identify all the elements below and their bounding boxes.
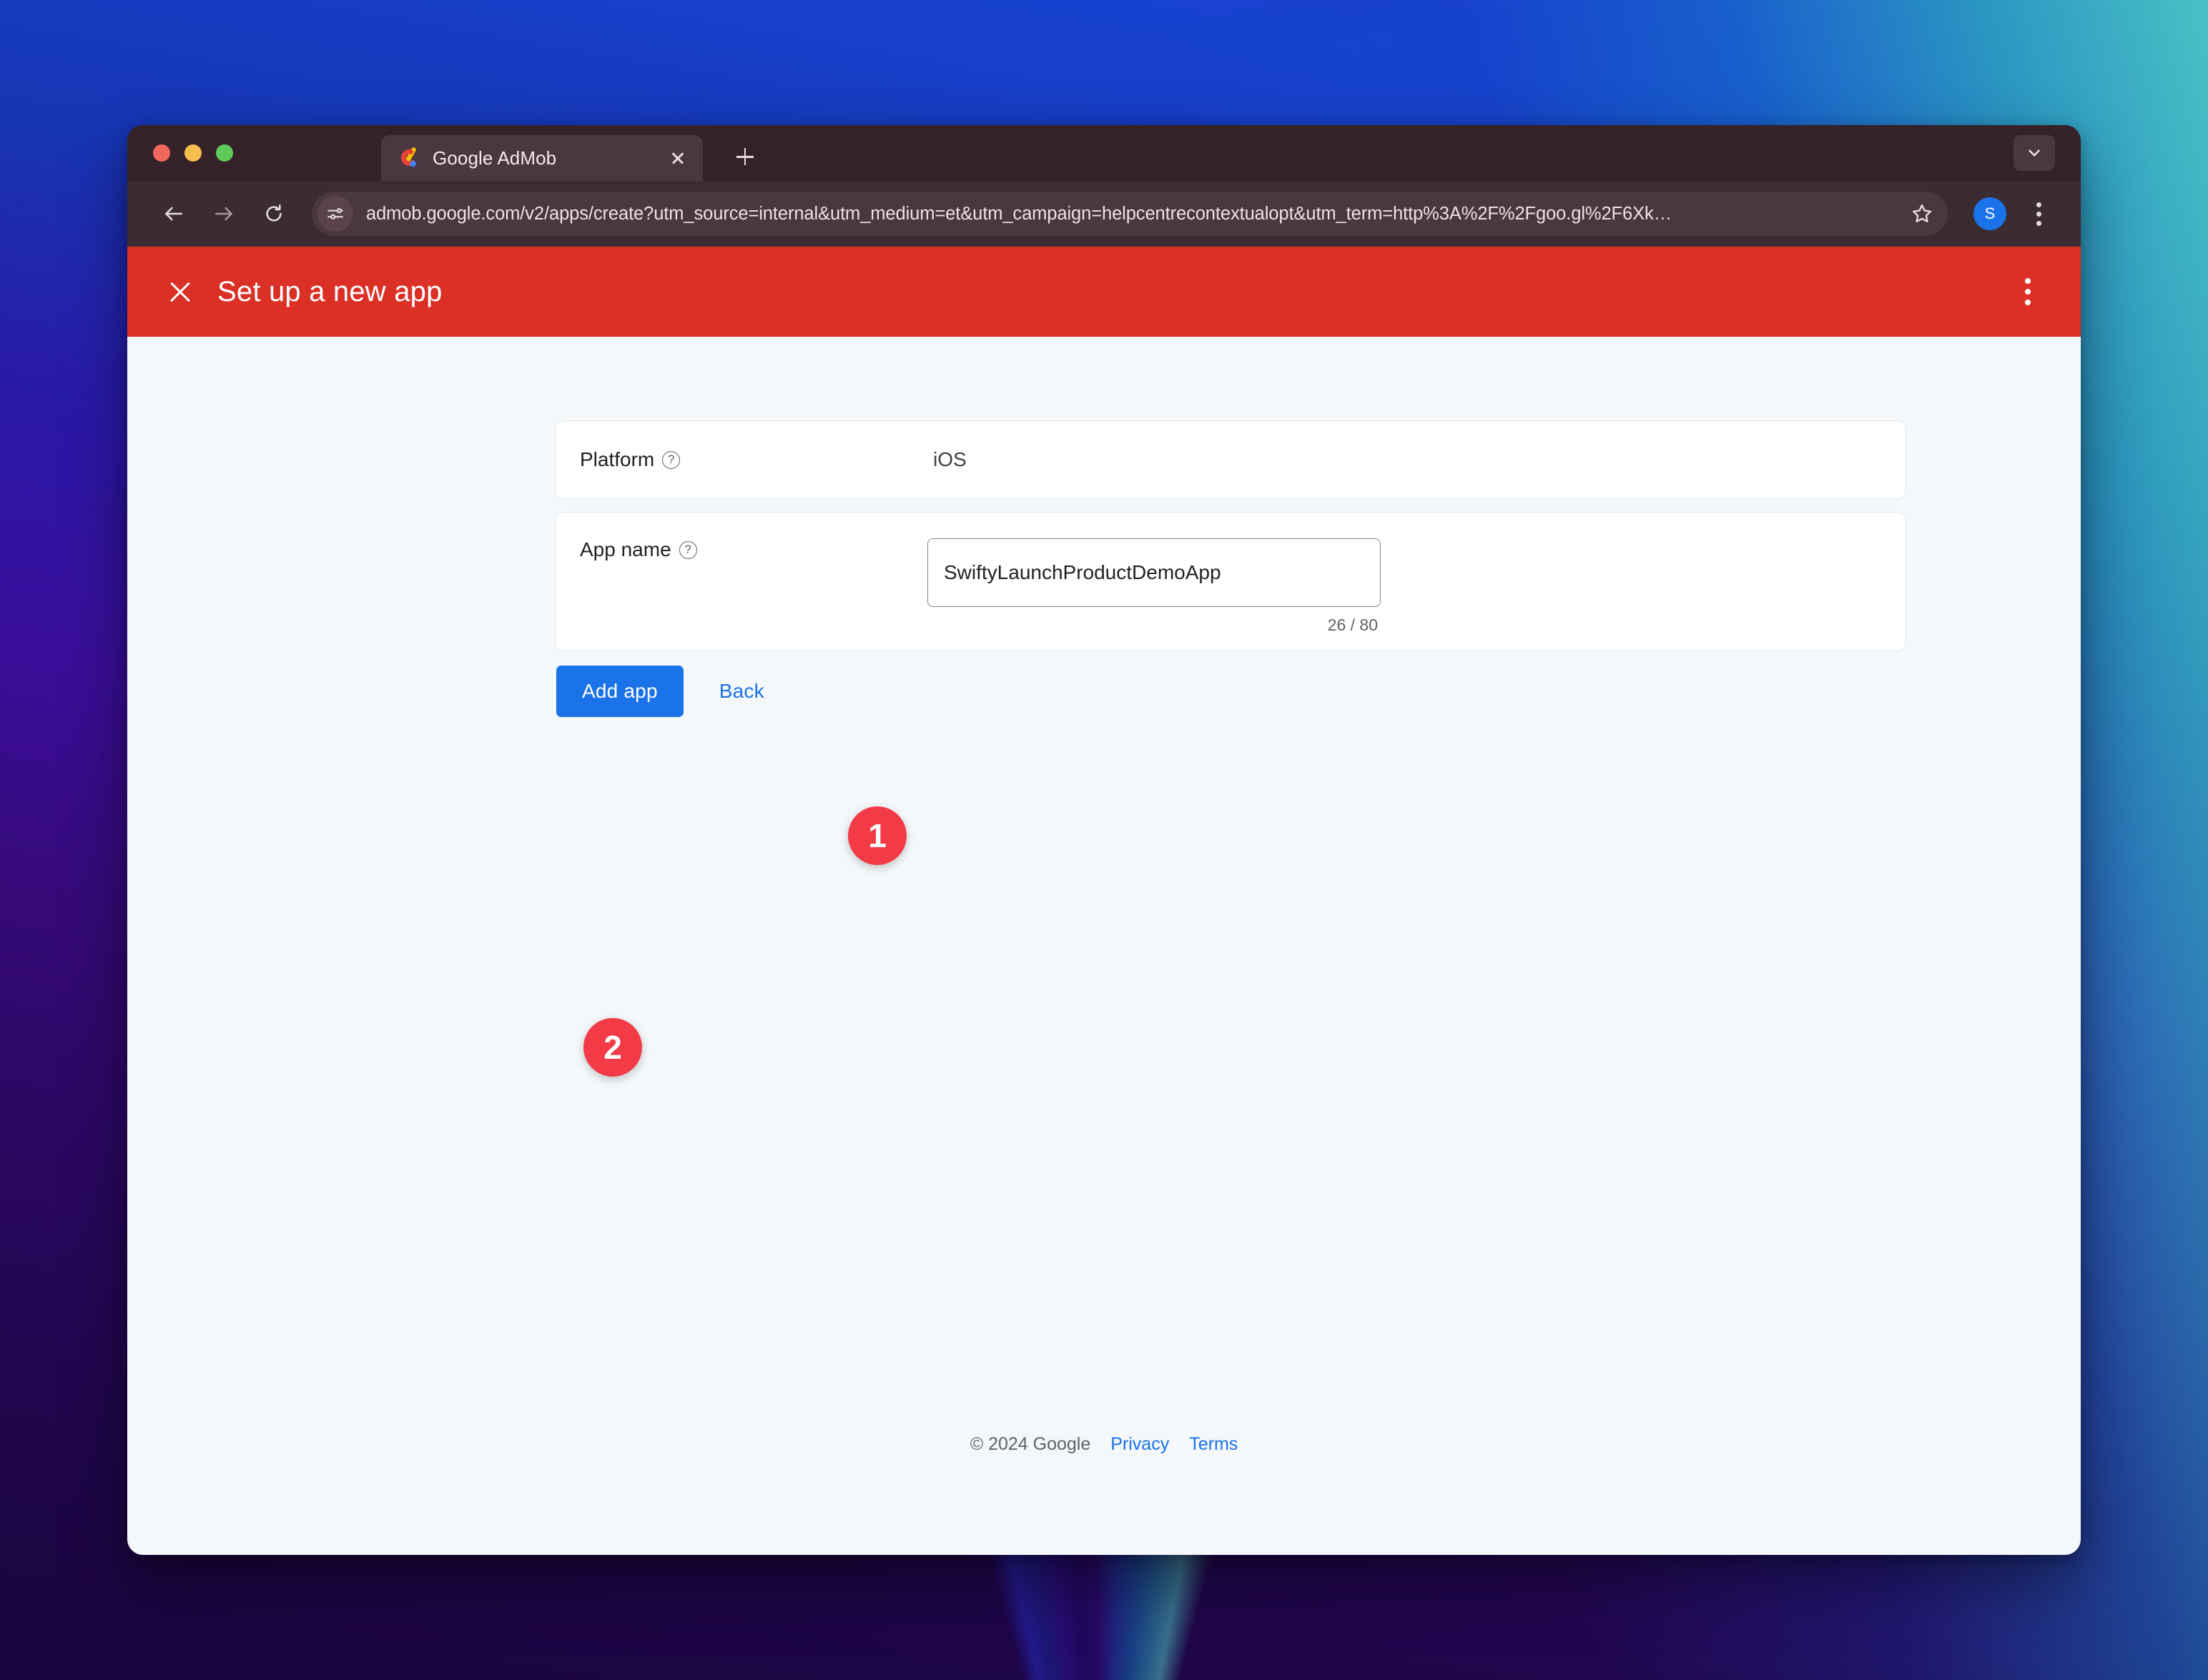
app-name-label: App name [580, 538, 671, 560]
browser-tab-strip: Google AdMob [127, 125, 2081, 181]
browser-window: Google AdMob admob.google.com/v2/apps/cr… [127, 125, 2081, 1555]
add-app-button[interactable]: Add app [556, 666, 684, 717]
footer-privacy-link[interactable]: Privacy [1110, 1434, 1169, 1455]
reload-icon[interactable] [252, 192, 296, 236]
platform-label-group: Platform ? [580, 448, 909, 471]
tab-close-icon[interactable] [666, 146, 690, 170]
platform-label: Platform [580, 448, 655, 470]
app-name-input-wrap: 26 / 80 [927, 538, 1381, 634]
back-button[interactable]: Back [701, 666, 783, 717]
profile-avatar[interactable]: S [1973, 197, 2006, 230]
browser-tab-active[interactable]: Google AdMob [381, 135, 703, 181]
close-icon[interactable] [157, 269, 203, 315]
app-name-character-counter: 26 / 80 [1327, 616, 1378, 634]
page-title: Set up a new app [217, 275, 443, 307]
window-close-button[interactable] [153, 144, 170, 162]
platform-value: iOS [933, 448, 967, 470]
footer-terms-link[interactable]: Terms [1189, 1434, 1238, 1455]
annotation-badge-1: 1 [848, 806, 907, 865]
forward-arrow-icon[interactable] [202, 192, 246, 236]
help-icon[interactable]: ? [662, 450, 681, 469]
desktop-wallpaper: Google AdMob admob.google.com/v2/apps/cr… [0, 0, 2208, 1680]
page-footer: © 2024 Google Privacy Terms [127, 1434, 2081, 1455]
platform-card: Platform ? iOS [555, 420, 1906, 499]
app-name-card: App name ? 26 / 80 [555, 512, 1906, 651]
annotation-badge-2: 2 [583, 1018, 642, 1077]
new-tab-button[interactable] [729, 141, 761, 172]
admob-app-header: Set up a new app [127, 247, 2081, 337]
address-bar-url: admob.google.com/v2/apps/create?utm_sour… [366, 203, 1672, 224]
footer-copyright: © 2024 Google [970, 1434, 1091, 1454]
app-name-input[interactable] [927, 538, 1381, 607]
bookmark-star-icon[interactable] [1902, 194, 1942, 234]
form-content: Platform ? iOS App name ? SwiftyLaunchPr… [127, 337, 2081, 1555]
browser-toolbar: admob.google.com/v2/apps/create?utm_sour… [127, 181, 2081, 247]
window-traffic-lights [153, 144, 233, 162]
help-icon[interactable]: ? [679, 540, 697, 559]
browser-menu-kebab-icon[interactable] [2021, 192, 2056, 236]
platform-row: Platform ? iOS [556, 421, 1906, 498]
browser-tab-title: Google AdMob [433, 147, 557, 169]
header-kebab-menu-icon[interactable] [2008, 265, 2048, 319]
app-name-row: App name ? 26 / 80 [556, 513, 1906, 651]
chevron-down-icon[interactable] [2014, 135, 2055, 171]
window-minimize-button[interactable] [184, 144, 202, 162]
site-settings-tune-icon[interactable] [317, 196, 353, 232]
window-zoom-button[interactable] [216, 144, 233, 162]
back-arrow-icon[interactable] [152, 192, 196, 236]
page-viewport: Set up a new app Platform ? iOS App name… [127, 247, 2081, 1555]
app-name-label-group: App name ? [580, 538, 909, 561]
form-actions: Add app Back [556, 666, 783, 717]
address-bar[interactable]: admob.google.com/v2/apps/create?utm_sour… [312, 192, 1948, 236]
admob-logo-icon [397, 146, 421, 170]
